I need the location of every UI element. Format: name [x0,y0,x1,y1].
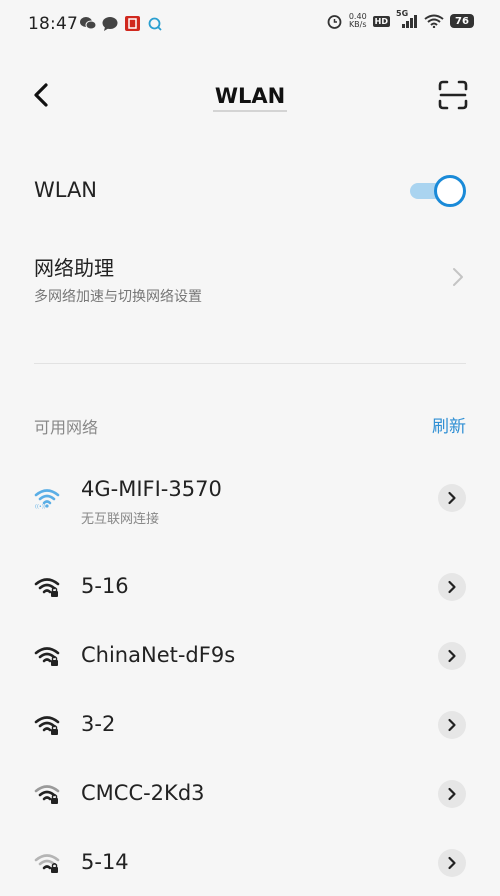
network-detail-button[interactable] [438,484,466,512]
network-name: 5-16 [81,574,129,598]
section-divider [34,363,466,364]
network-item[interactable]: ChinaNet-dF9s [0,623,500,689]
toggle-knob [434,175,466,207]
status-bar: 18:47 0.40 KB/s HD 5G 76 [0,0,500,48]
network-detail-button[interactable] [438,642,466,670]
wechat-icon [80,15,96,31]
network-assistant-title: 网络助理 [34,256,114,280]
network-item[interactable]: 5-14 [0,830,500,896]
chat-bubble-icon [102,15,118,31]
wlan-toggle-row: WLAN [34,164,466,218]
wifi-locked-icon [34,645,60,667]
wlan-toggle[interactable] [410,174,466,208]
wifi-locked-icon [34,576,60,598]
page-title-text: WLAN [212,84,288,112]
hd-icon: HD [372,15,390,27]
available-networks-title: 可用网络 [34,418,99,437]
network-assistant-subtitle: 多网络加速与切换网络设置 [34,289,202,305]
network-name: 4G-MIFI-3570 [81,477,222,501]
notification-icons [80,15,162,31]
cellular-signal-icon: 5G [396,9,418,29]
sync-icon [146,15,162,31]
network-detail-button[interactable] [438,711,466,739]
network-name: 5-14 [81,850,129,874]
wifi-locked-icon [34,852,60,874]
network-speed-unit: KB/s [348,20,367,29]
network-name: CMCC-2Kd3 [81,781,205,805]
network-name: 3-2 [81,712,116,736]
network-item[interactable]: 3-2 [0,692,500,758]
chevron-right-icon [450,266,466,288]
network-item[interactable]: ((•)) 4G-MIFI-3570 无互联网连接 [0,465,500,531]
app-badge-icon [124,15,140,31]
page-title: WLAN [0,84,500,112]
header: WLAN [0,70,500,126]
network-status: 无互联网连接 [81,512,160,527]
wifi-locked-icon [34,714,60,736]
scan-button[interactable] [436,80,470,114]
available-networks-header: 可用网络 刷新 [34,410,466,440]
network-detail-button[interactable] [438,780,466,808]
network-name: ChinaNet-dF9s [81,643,236,667]
wlan-label: WLAN [34,178,98,202]
system-icons: 0.40 KB/s HD 5G 76 [327,9,474,29]
battery-icon: 76 [450,14,474,28]
network-detail-button[interactable] [438,573,466,601]
alarm-icon [327,13,343,29]
wifi-connected-icon: ((•)) [34,487,60,510]
network-item[interactable]: CMCC-2Kd3 [0,761,500,827]
status-time: 18:47 [28,14,78,34]
scan-icon [438,80,468,114]
svg-text:((•)): ((•)) [35,504,46,509]
signal-label: 5G [396,9,409,18]
network-item[interactable]: 5-16 [0,554,500,620]
network-speed: 0.40 KB/s [349,13,367,29]
wifi-locked-icon [34,783,60,805]
network-detail-button[interactable] [438,849,466,877]
refresh-button[interactable]: 刷新 [432,412,466,437]
network-assistant-row[interactable]: 网络助理 多网络加速与切换网络设置 [34,248,466,312]
wifi-signal-icon [424,13,444,29]
